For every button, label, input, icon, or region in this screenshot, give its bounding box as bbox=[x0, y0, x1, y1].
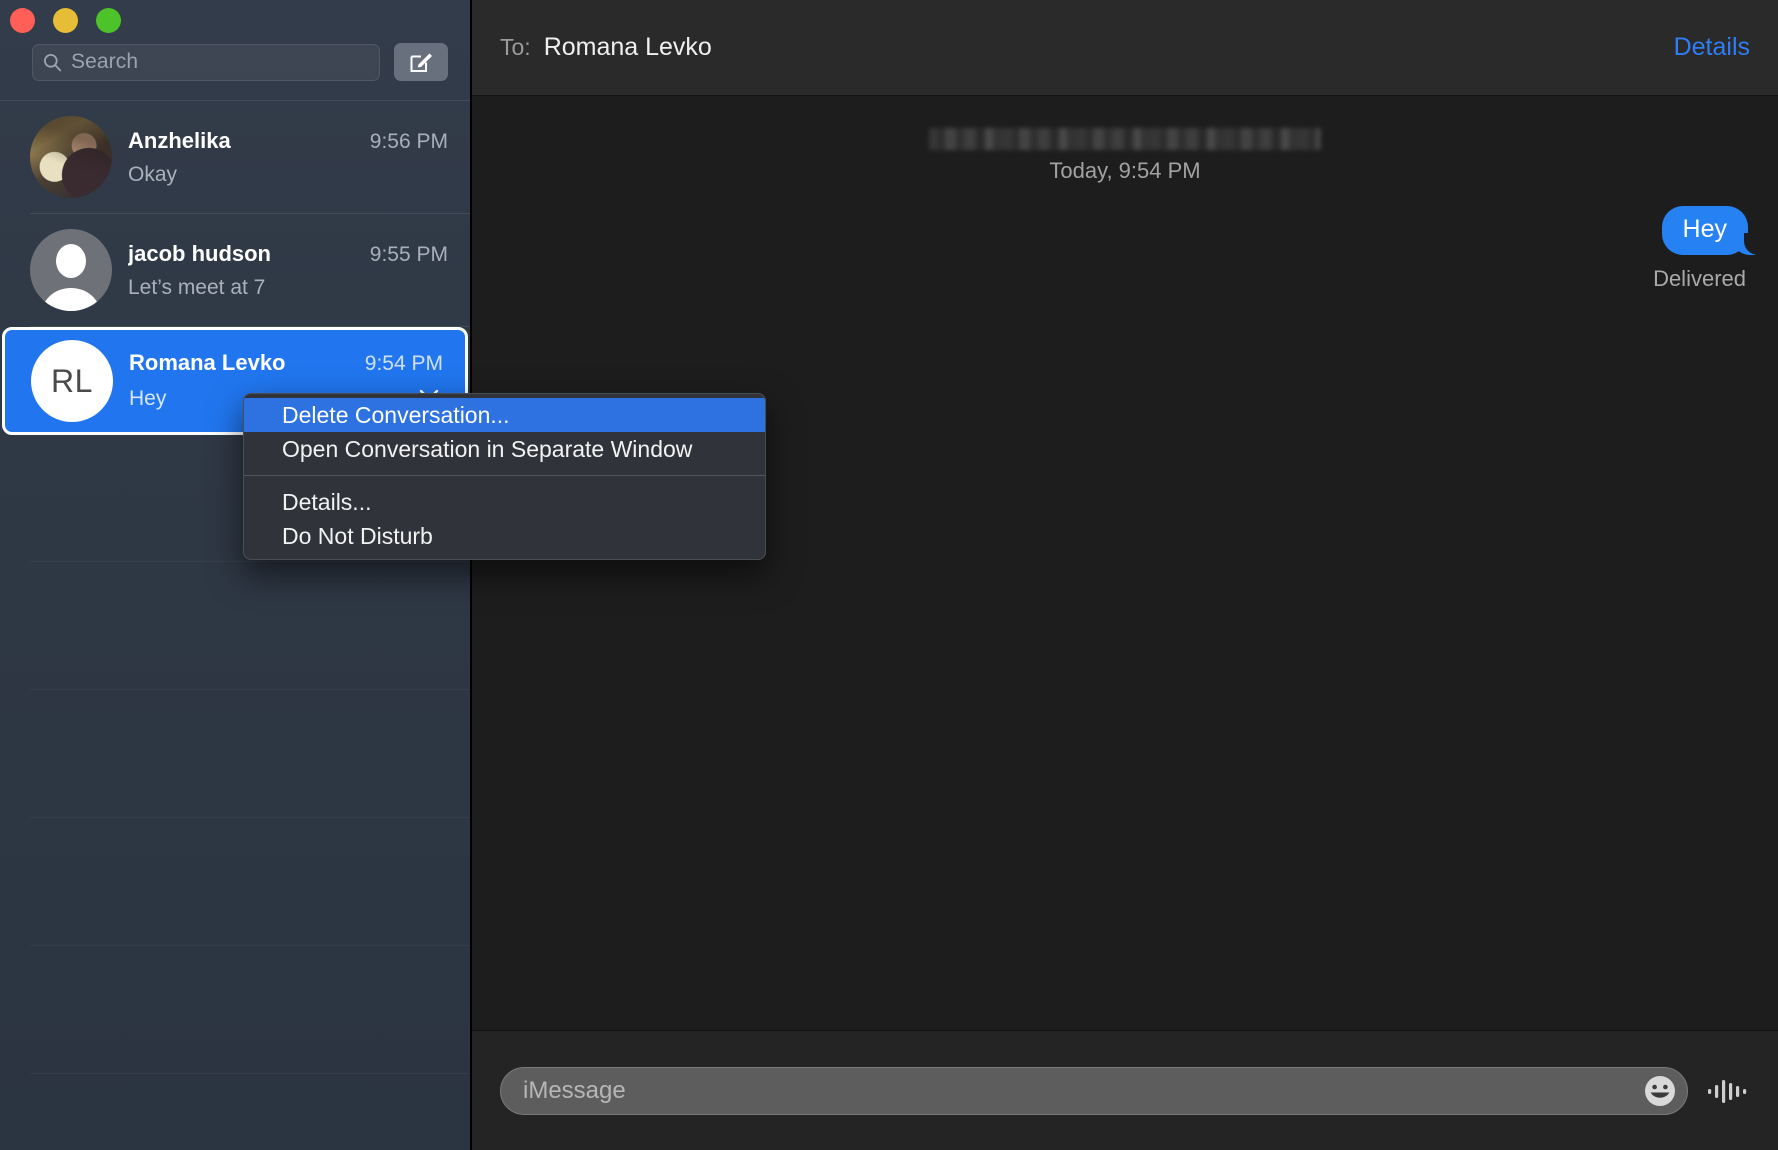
search-input[interactable]: Search bbox=[32, 43, 380, 81]
redacted-text bbox=[929, 128, 1321, 150]
empty-row bbox=[30, 562, 470, 690]
message-bubble-outgoing[interactable]: Hey bbox=[1661, 206, 1759, 255]
conversation-preview: Okay bbox=[128, 162, 178, 186]
title-bar: Search bbox=[0, 0, 470, 100]
avatar: RL bbox=[31, 340, 113, 422]
empty-row bbox=[30, 690, 470, 818]
empty-row bbox=[30, 818, 470, 946]
avatar bbox=[30, 229, 112, 311]
search-row: Search bbox=[32, 43, 448, 81]
search-icon bbox=[43, 53, 62, 71]
message-bubble-group: Hey Delivered bbox=[1653, 206, 1759, 292]
conversation-name: jacob hudson bbox=[128, 240, 271, 266]
message-thread: Today, 9:54 PM Hey Delivered bbox=[472, 96, 1778, 1030]
conversation-item-jacob-hudson[interactable]: jacob hudson 9:55 PM Let’s meet at 7 bbox=[0, 214, 470, 326]
compose-bar: iMessage bbox=[472, 1030, 1778, 1150]
compose-message-button[interactable] bbox=[394, 43, 448, 81]
imessage-input[interactable]: iMessage bbox=[500, 1066, 1688, 1115]
conversation-time: 9:55 PM bbox=[369, 242, 448, 266]
conversation-item-anzhelika[interactable]: Anzhelika 9:56 PM Okay bbox=[0, 101, 470, 213]
search-placeholder: Search bbox=[71, 50, 139, 73]
menu-item-label: Do Not Disturb bbox=[282, 522, 433, 549]
day-timestamp: Today, 9:54 PM bbox=[1049, 158, 1201, 183]
conversation-list: Anzhelika 9:56 PM Okay jacob hudson 9:55… bbox=[0, 101, 470, 435]
to-label: To: bbox=[500, 34, 531, 60]
imessage-placeholder: iMessage bbox=[523, 1076, 626, 1104]
conversation-text: jacob hudson 9:55 PM Let’s meet at 7 bbox=[128, 241, 448, 300]
menu-item-open-in-separate-window[interactable]: Open Conversation in Separate Window bbox=[244, 432, 765, 466]
conversation-time: 9:54 PM bbox=[364, 351, 443, 375]
menu-item-details[interactable]: Details... bbox=[244, 485, 765, 519]
conversation-time: 9:56 PM bbox=[369, 129, 448, 153]
conversation-preview: Let’s meet at 7 bbox=[128, 275, 266, 299]
avatar bbox=[30, 116, 112, 198]
menu-separator bbox=[244, 475, 765, 476]
empty-row bbox=[30, 946, 470, 1074]
traffic-lights bbox=[10, 8, 121, 33]
sidebar: Search Anzhelika 9:56 PM Okay jacob huds… bbox=[0, 0, 766, 1150]
recipient-name[interactable]: Romana Levko bbox=[544, 33, 1674, 62]
menu-item-label: Delete Conversation... bbox=[282, 401, 510, 428]
message-text: Hey bbox=[1682, 215, 1727, 243]
chat-pane: To: Romana Levko Details Today, 9:54 PM … bbox=[472, 0, 1778, 1150]
menu-item-delete-conversation[interactable]: Delete Conversation... bbox=[244, 398, 765, 432]
compose-icon bbox=[410, 53, 432, 72]
conversation-name: Romana Levko bbox=[129, 349, 286, 375]
menu-item-label: Details... bbox=[282, 488, 372, 515]
conversation-context-menu: Delete Conversation... Open Conversation… bbox=[243, 393, 766, 560]
close-window-button[interactable] bbox=[10, 8, 35, 33]
zoom-window-button[interactable] bbox=[96, 8, 121, 33]
details-button[interactable]: Details bbox=[1674, 33, 1750, 62]
chat-header: To: Romana Levko Details bbox=[472, 0, 1778, 96]
messages-app-window: Search Anzhelika 9:56 PM Okay jacob huds… bbox=[0, 0, 1778, 1150]
minimize-window-button[interactable] bbox=[53, 8, 78, 33]
menu-item-do-not-disturb[interactable]: Do Not Disturb bbox=[244, 519, 765, 553]
audio-waveform-icon[interactable] bbox=[1706, 1074, 1750, 1108]
smiley-icon[interactable] bbox=[1641, 1072, 1679, 1110]
conversation-name: Anzhelika bbox=[128, 127, 231, 153]
menu-item-label: Open Conversation in Separate Window bbox=[282, 435, 693, 462]
avatar-initials: RL bbox=[51, 362, 93, 399]
person-icon bbox=[42, 244, 100, 311]
conversation-text: Anzhelika 9:56 PM Okay bbox=[128, 128, 448, 187]
delivery-status: Delivered bbox=[1653, 266, 1746, 291]
message-row: Hey Delivered bbox=[502, 206, 1759, 292]
